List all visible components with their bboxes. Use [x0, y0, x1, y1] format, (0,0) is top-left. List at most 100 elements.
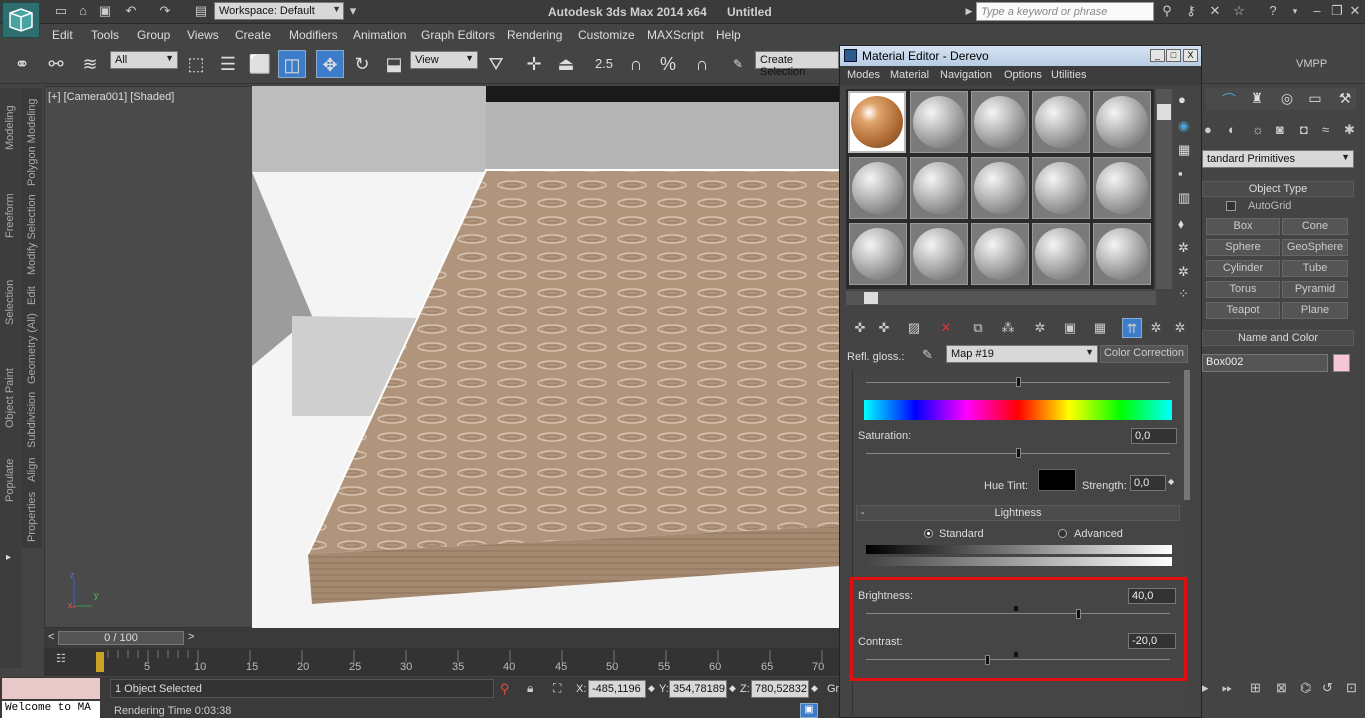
pyramid-button[interactable]: Pyramid [1282, 281, 1348, 298]
search-input[interactable]: Type a keyword or phrase [976, 2, 1154, 21]
sample-slot[interactable] [971, 91, 1029, 153]
standard-radio[interactable] [924, 529, 933, 538]
reference-coordinate-dropdown[interactable]: View ▼ [410, 51, 478, 69]
favorites-icon[interactable]: ☆ [1230, 3, 1248, 19]
autogrid-checkbox[interactable] [1226, 201, 1236, 211]
plane-button[interactable]: Plane [1282, 302, 1348, 319]
orbit-icon[interactable]: ↺ [1322, 680, 1333, 696]
sample-slot[interactable] [910, 91, 968, 153]
select-object-icon[interactable]: ⬚ [182, 50, 210, 78]
primitive-type-dropdown[interactable]: tandard Primitives ▼ [1202, 150, 1354, 168]
ribbon-tab-freeform[interactable]: Freeform [4, 193, 16, 238]
cameras-icon[interactable]: ◙ [1276, 122, 1284, 137]
menu-help[interactable]: Help [716, 28, 741, 42]
me-close-button[interactable]: X [1183, 49, 1198, 62]
eyedropper-icon[interactable]: ✎ [922, 347, 933, 363]
z-spinner-icon[interactable]: ◆ [811, 683, 818, 694]
x-spinner-icon[interactable]: ◆ [648, 683, 655, 694]
get-material-icon[interactable]: ✜ [850, 318, 870, 338]
panel-polygon-modeling[interactable]: Polygon Modeling [26, 99, 38, 186]
workspace-dropdown[interactable]: Workspace: Default ▼ [214, 2, 344, 20]
panel-modify-selection[interactable]: Modify Selection [26, 194, 38, 275]
sphere-button[interactable]: Sphere [1206, 239, 1280, 256]
welcome-prompt[interactable]: Welcome to MA [2, 701, 100, 718]
keyboard-shortcut-icon[interactable]: ⏏ [552, 50, 580, 78]
name-and-color-rollout[interactable]: Name and Color [1202, 330, 1354, 346]
motion-tab-icon[interactable]: ◎ [1276, 90, 1298, 108]
ribbon-tab-selection[interactable]: Selection [4, 280, 16, 325]
panel-edit[interactable]: Edit [26, 286, 38, 305]
hue-shift-slider-knob[interactable] [1016, 377, 1021, 387]
menu-edit[interactable]: Edit [52, 28, 73, 42]
viewport-label[interactable]: [+] [Camera001] [Shaded] [48, 91, 174, 103]
me-menu-utilities[interactable]: Utilities [1051, 69, 1086, 81]
panel-subdivision[interactable]: Subdivision [26, 392, 38, 448]
menu-views[interactable]: Views [187, 28, 219, 42]
bind-spacewarp-icon[interactable]: ≋ [76, 50, 104, 78]
sample-slot[interactable] [1093, 223, 1151, 285]
angle-snap-icon[interactable]: 2.5 [590, 50, 618, 78]
assign-to-selection-icon[interactable]: ▨ [904, 318, 924, 338]
menu-customize[interactable]: Customize [578, 28, 635, 42]
open-file-icon[interactable]: ⌂ [74, 3, 92, 19]
me-menu-navigation[interactable]: Navigation [940, 69, 992, 81]
menu-group[interactable]: Group [137, 28, 170, 42]
sample-slot[interactable] [849, 157, 907, 219]
z-coord-field[interactable]: 780,52832 [751, 680, 809, 698]
selection-filter-dropdown[interactable]: All ▼ [110, 51, 178, 69]
select-manipulate-icon[interactable]: ✛ [520, 50, 548, 78]
ribbon-expand-icon[interactable]: ▸ [6, 552, 11, 563]
modify-tab-icon[interactable]: ⌒ [1218, 90, 1240, 108]
sample-slot[interactable] [1032, 157, 1090, 219]
menu-tools[interactable]: Tools [91, 28, 119, 42]
panel-properties[interactable]: Properties [26, 492, 38, 542]
chevron-down-icon[interactable]: ▾ [1286, 3, 1304, 19]
saturation-field[interactable]: 0,0 [1131, 428, 1177, 444]
isolate-selection-icon[interactable]: ▣ [800, 703, 818, 718]
hue-tint-swatch[interactable] [1038, 469, 1076, 491]
scrollbar-thumb[interactable] [1157, 104, 1171, 120]
ribbon-tab-object-paint[interactable]: Object Paint [4, 368, 16, 428]
menu-maxscript[interactable]: MAXScript [647, 28, 704, 42]
y-spinner-icon[interactable]: ◆ [729, 683, 736, 694]
minimize-window-icon[interactable]: – [1308, 3, 1326, 19]
close-window-icon[interactable]: ✕ [1346, 3, 1364, 19]
material-editor-titlebar[interactable]: Material Editor - Derevo [840, 46, 1201, 66]
strength-spinner-icon[interactable]: ◆ [1168, 477, 1174, 486]
spinner-snap-icon[interactable]: ∩ [688, 50, 716, 78]
save-icon[interactable]: ▣ [96, 3, 114, 19]
rotate-icon[interactable]: ↻ [348, 50, 376, 78]
sample-slot[interactable] [971, 157, 1029, 219]
app-logo-icon[interactable] [2, 2, 40, 38]
time-prev-button[interactable]: < [48, 631, 54, 643]
advanced-radio[interactable] [1058, 529, 1067, 538]
sample-slot[interactable] [1093, 91, 1151, 153]
put-to-library-icon[interactable]: ⁂ [998, 318, 1018, 338]
display-tab-icon[interactable]: ▭ [1304, 90, 1326, 108]
ribbon-tab-modeling[interactable]: Modeling [4, 105, 16, 150]
communication-icon[interactable]: ✕ [1206, 3, 1224, 19]
sample-slot[interactable] [910, 157, 968, 219]
x-coord-field[interactable]: -485,1196 [588, 680, 646, 698]
show-end-result-icon[interactable]: ▦ [1090, 318, 1110, 338]
absolute-mode-icon[interactable]: ⛶ [553, 681, 561, 696]
scrollbar-thumb[interactable] [864, 292, 878, 304]
rectangle-select-icon[interactable]: ⬜ [246, 50, 274, 78]
me-menu-options[interactable]: Options [1004, 69, 1042, 81]
lights-icon[interactable]: ☼ [1252, 122, 1264, 137]
saturation-slider-knob[interactable] [1016, 448, 1021, 458]
snap-toggle-icon[interactable]: ∩ [622, 50, 650, 78]
map-name-dropdown[interactable]: Map #19 ▼ [946, 345, 1098, 363]
sample-slot[interactable] [849, 223, 907, 285]
binoculars-icon[interactable]: ⚲ [1158, 3, 1176, 19]
background-icon[interactable]: ▦ [1178, 142, 1190, 158]
me-maximize-button[interactable]: □ [1166, 49, 1181, 62]
zoom-extents-icon[interactable]: ⊞ [1250, 680, 1261, 696]
track-bar-icon[interactable]: ☷ [56, 652, 74, 666]
maximize-viewport-icon[interactable]: ⊡ [1346, 680, 1357, 696]
menu-modifiers[interactable]: Modifiers [289, 28, 338, 42]
hierarchy-tab-icon[interactable]: ♜ [1246, 90, 1268, 108]
go-to-parent-icon[interactable]: ⇈ [1122, 318, 1142, 338]
zoom-all-icon[interactable]: ⏩︎ [1222, 680, 1232, 696]
menu-graph-editors[interactable]: Graph Editors [421, 28, 495, 42]
